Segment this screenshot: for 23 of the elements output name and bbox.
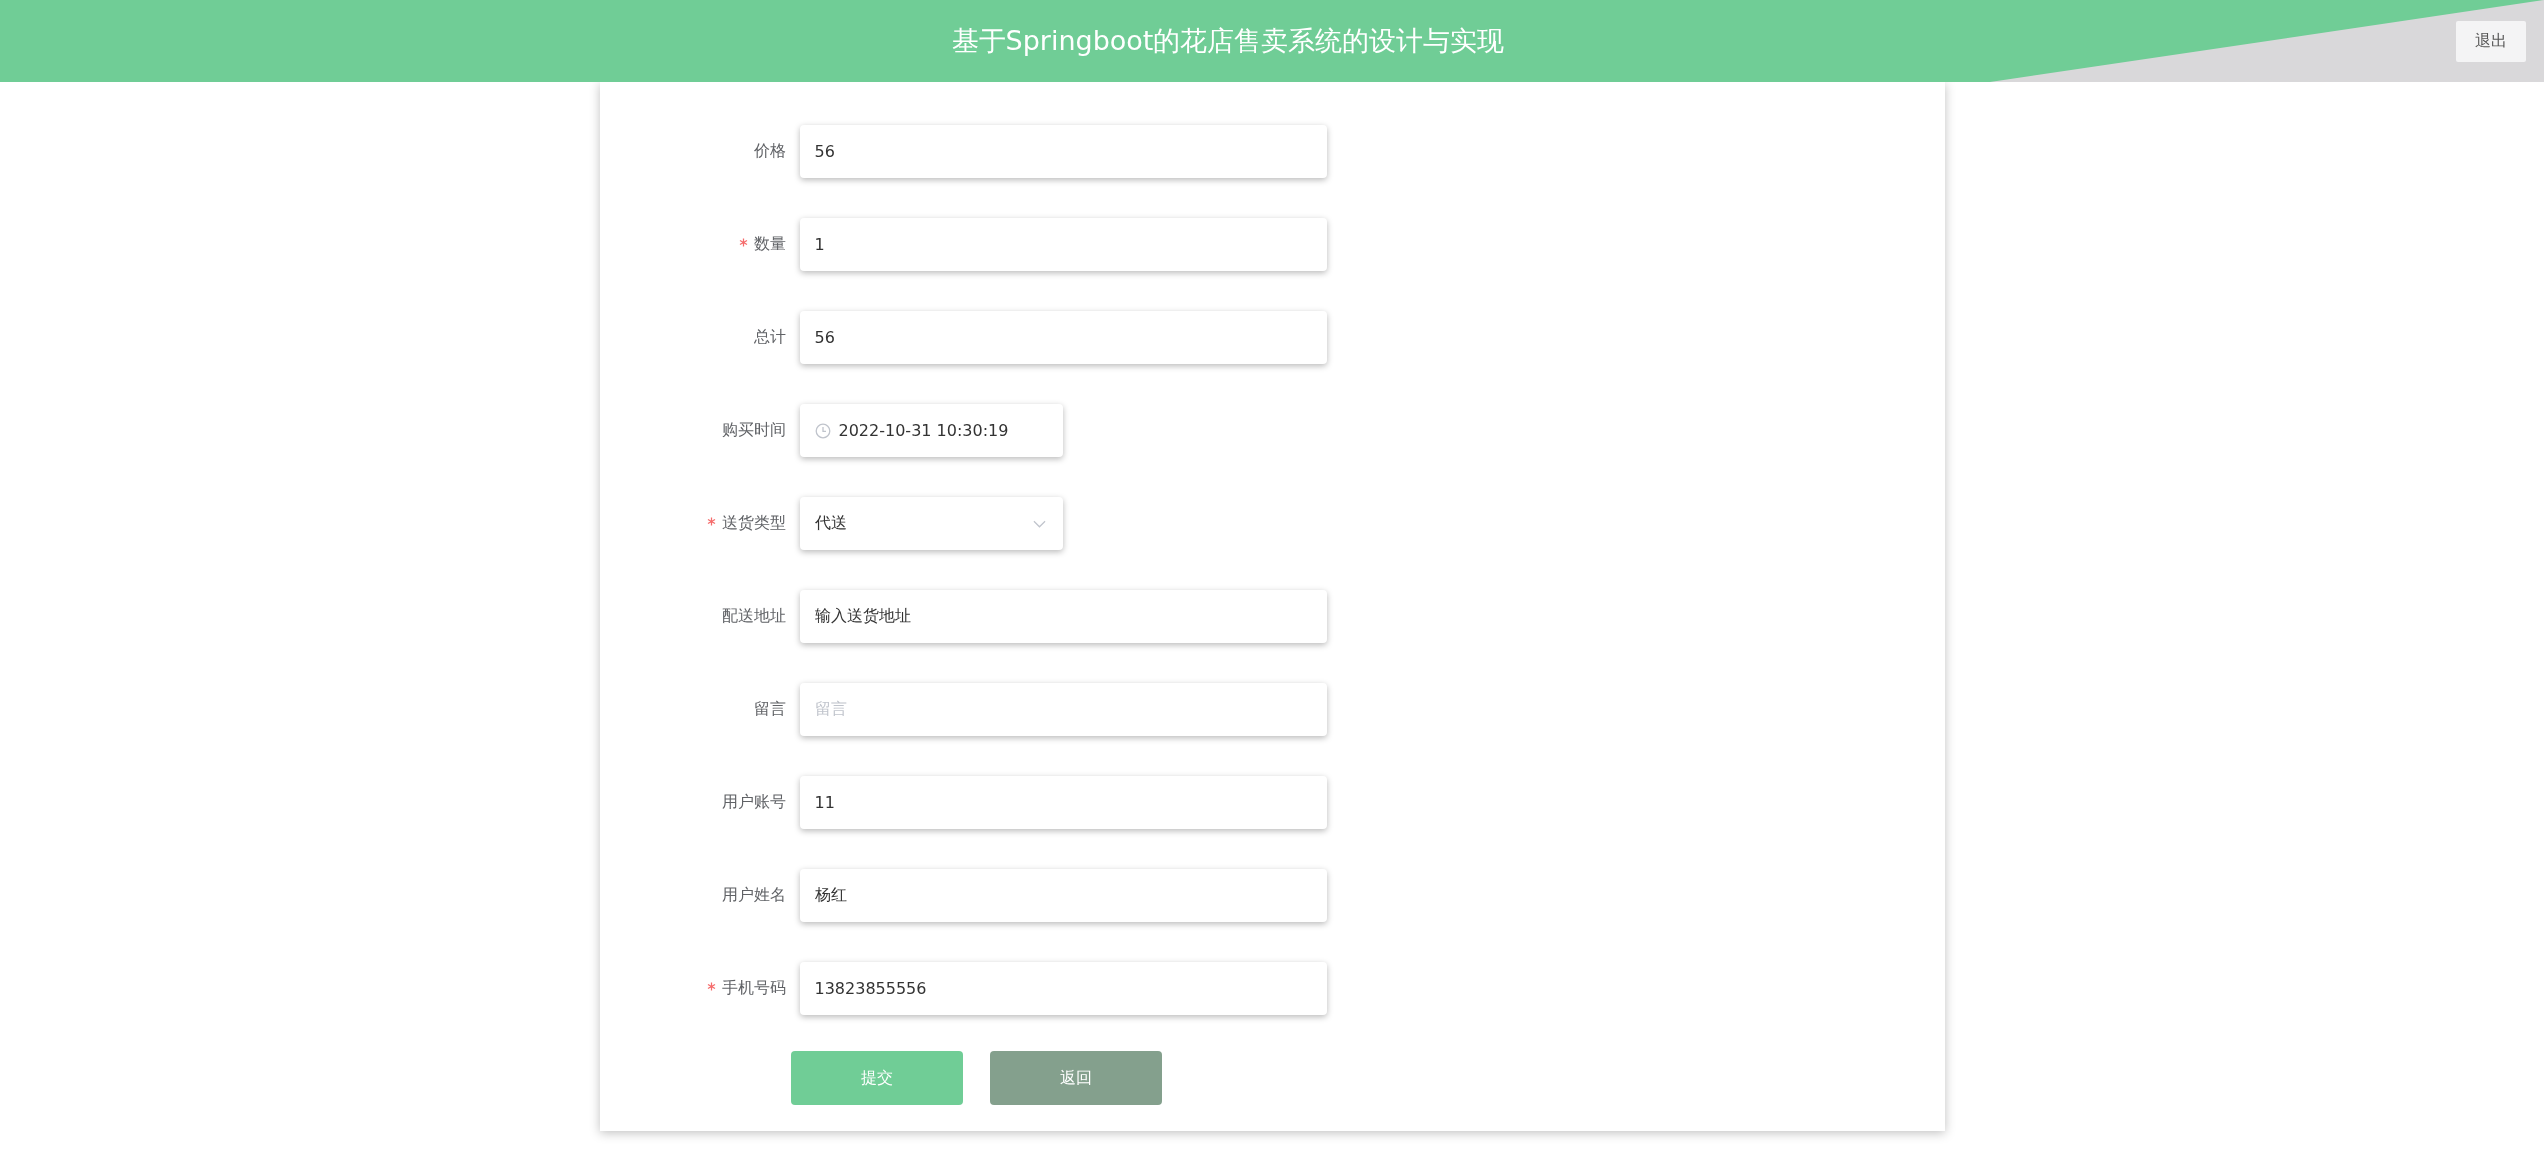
logout-button[interactable]: 退出: [2456, 20, 2526, 62]
field-label: 配送地址: [721, 606, 786, 627]
field-label: 购买时间: [721, 420, 786, 441]
field-label: 总计: [753, 327, 786, 348]
chevron-down-icon: [1032, 519, 1046, 528]
field-label: 价格: [753, 141, 786, 162]
field-label: 手机号码: [721, 978, 786, 999]
field-label: 用户账号: [721, 792, 786, 813]
text-input[interactable]: 1: [799, 218, 1327, 271]
text-input[interactable]: 11: [799, 776, 1327, 829]
select-dropdown[interactable]: 代送: [799, 497, 1063, 550]
datetime-picker[interactable]: 2022-10-31 10:30:19: [799, 404, 1063, 457]
clock-icon: [814, 422, 831, 439]
text-input[interactable]: 56: [799, 311, 1327, 364]
field-label: 留言: [753, 699, 786, 720]
text-input[interactable]: 56: [799, 125, 1327, 178]
field-label: 送货类型: [721, 513, 786, 534]
app-title: 基于Springboot的花店售卖系统的设计与实现: [951, 24, 1505, 58]
text-input[interactable]: 输入送货地址: [799, 590, 1327, 643]
field-label: 数量: [753, 234, 786, 255]
text-input[interactable]: 杨红: [799, 869, 1327, 922]
field-label: 用户姓名: [721, 885, 786, 906]
text-input[interactable]: 13823855556: [799, 962, 1327, 1015]
